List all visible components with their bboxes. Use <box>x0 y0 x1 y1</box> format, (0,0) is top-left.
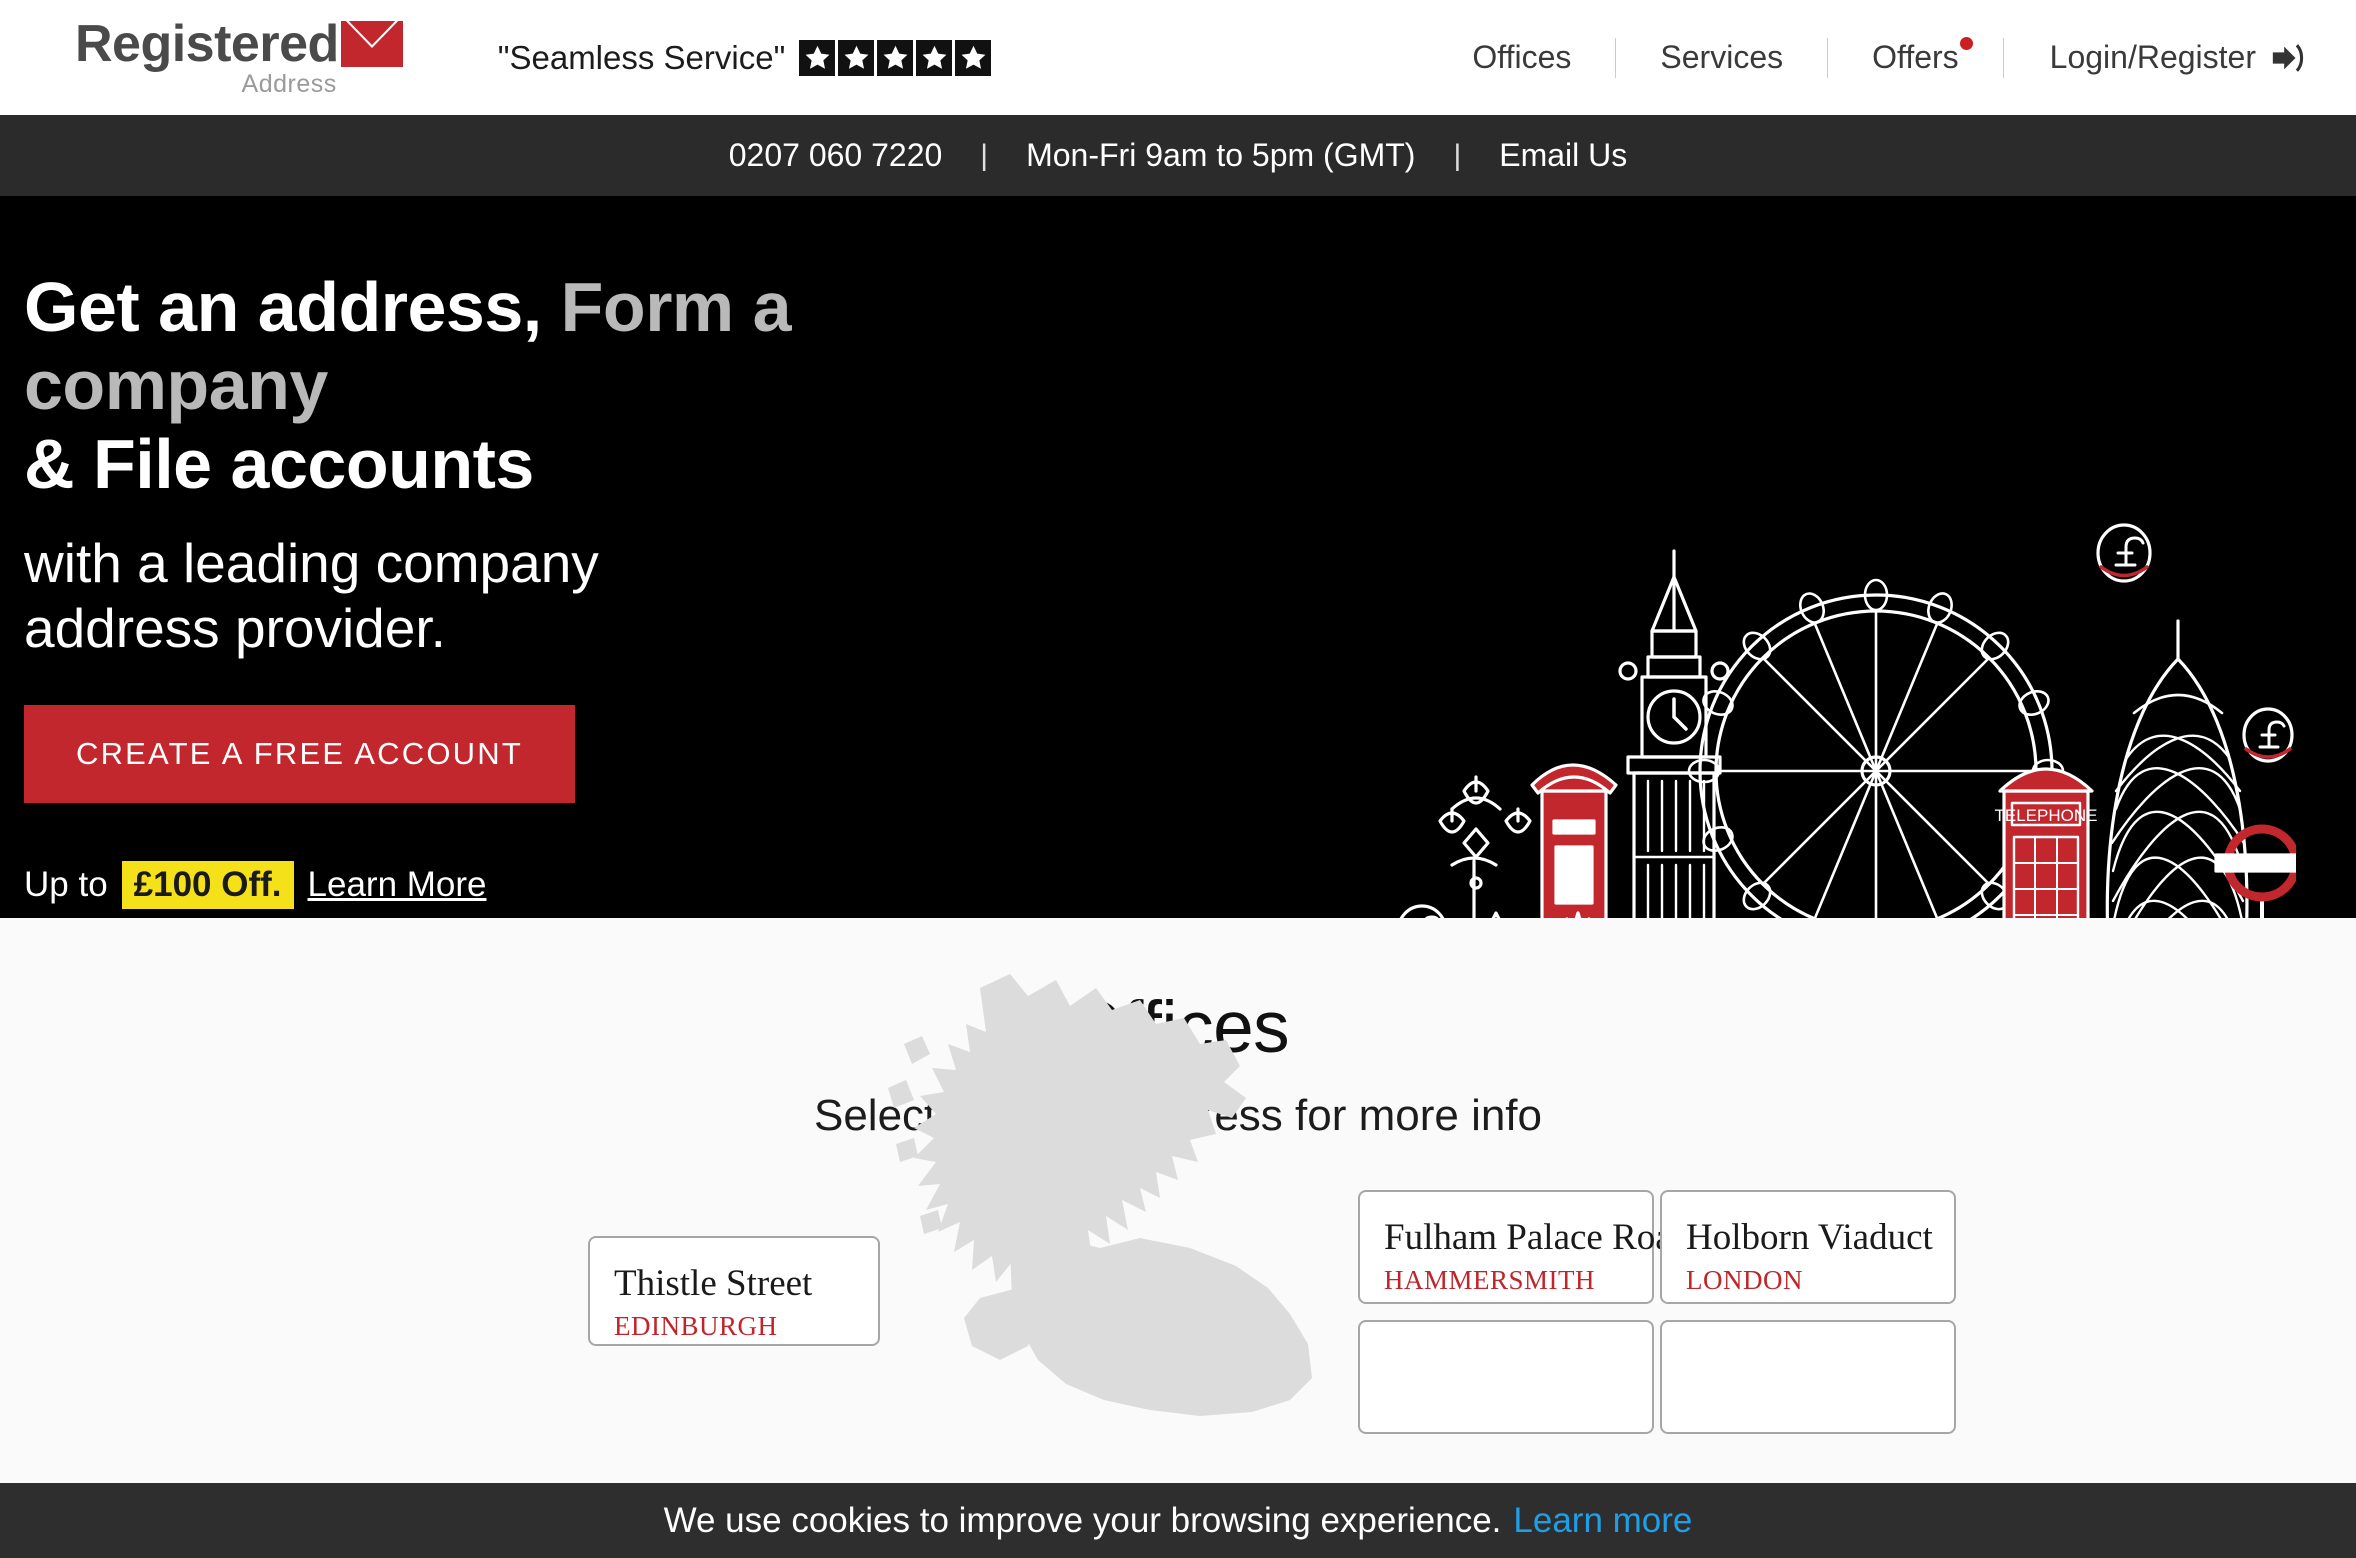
info-separator: | <box>1453 138 1462 172</box>
promo-badge: £100 Off. <box>121 860 294 909</box>
star-icon <box>799 39 836 76</box>
office-city-name: HAMMERSMITH <box>1384 1264 1596 1295</box>
hero-subheadline-line1: with a leading company <box>24 532 599 595</box>
offices-subtitle: Select an office address for more info <box>813 1091 1543 1140</box>
office-card[interactable]: Fulham Palace Road HAMMERSMITH <box>1358 1190 1691 1304</box>
hero-subheadline-line2: address provider. <box>24 597 446 660</box>
office-city-name: LONDON <box>1686 1264 1803 1295</box>
promo-prefix: Up to <box>24 864 108 904</box>
star-icon <box>955 39 992 76</box>
email-us-link[interactable]: Email Us <box>1461 137 1665 174</box>
star-icon <box>838 39 875 76</box>
cookie-learn-more-link[interactable]: Learn more <box>1513 1501 1692 1541</box>
logo-sub-text: Address <box>241 70 337 98</box>
hero-subheadline: with a leading company address provider. <box>24 531 1074 661</box>
main-nav: Offices Services Offers Login/Register <box>1428 37 2304 78</box>
login-register-link[interactable]: Login/Register <box>2004 39 2304 76</box>
opening-hours: Mon-Fri 9am to 5pm (GMT) <box>1026 137 1416 173</box>
offices-title: Offices <box>1066 987 1290 1068</box>
office-card[interactable] <box>1358 1320 1654 1434</box>
hero-headline: Get an address, Form a company & File ac… <box>24 268 1074 503</box>
star-icon <box>877 39 914 76</box>
nav-item-offices[interactable]: Offices <box>1428 39 1615 76</box>
hero-headline-part3: & File accounts <box>24 424 534 503</box>
hero-copy: Get an address, Form a company & File ac… <box>24 268 1074 909</box>
nav-item-offers[interactable]: Offers <box>1828 37 2003 76</box>
star-icon <box>916 39 953 76</box>
promo-learn-more-link[interactable]: Learn More <box>308 865 487 905</box>
office-street-name: Fulham Palace Road <box>1384 1217 1691 1258</box>
office-city-name: EDINBURGH <box>614 1310 778 1341</box>
site-logo[interactable]: Registered Address <box>75 18 403 97</box>
office-street-name: Holborn Viaduct <box>1686 1217 1933 1258</box>
envelope-icon <box>340 21 403 67</box>
nav-item-services[interactable]: Services <box>1616 39 1827 76</box>
office-street-name: Thistle Street <box>614 1263 813 1304</box>
london-skyline-illustration: TELEPHONE <box>1356 491 2296 918</box>
hero-section: Get an address, Form a company & File ac… <box>0 196 2356 918</box>
offers-badge-dot-icon <box>1959 37 1973 50</box>
promo-row: Up to £100 Off. Learn More <box>24 860 1074 909</box>
tagline-text: "Seamless Service" <box>497 38 786 76</box>
phone-number[interactable]: 0207 060 7220 <box>691 137 981 174</box>
tagline: "Seamless Service" <box>498 39 992 77</box>
offices-section: Offices Select an office address for mor… <box>0 918 2356 1558</box>
star-rating <box>799 39 992 76</box>
top-header: Registered Address "Seamless Service" Of… <box>0 0 2356 115</box>
nav-item-offers-label: Offers <box>1872 39 1959 75</box>
svg-text:TELEPHONE: TELEPHONE <box>1995 806 2098 825</box>
office-card[interactable] <box>1660 1320 1956 1434</box>
cookie-consent-banner: We use cookies to improve your browsing … <box>0 1483 2356 1558</box>
sign-in-icon <box>2270 41 2304 75</box>
create-free-account-button[interactable]: CREATE A FREE ACCOUNT <box>24 704 575 803</box>
hero-headline-part1: Get an address, <box>24 268 542 346</box>
office-card[interactable]: Thistle Street EDINBURGH <box>588 1236 880 1346</box>
cookie-message: We use cookies to improve your browsing … <box>663 1500 1502 1540</box>
office-card[interactable]: Holborn Viaduct LONDON <box>1660 1190 1956 1304</box>
info-separator: | <box>980 138 989 172</box>
contact-info-bar: 0207 060 7220 | Mon-Fri 9am to 5pm (GMT)… <box>0 115 2356 196</box>
logo-main-text: Registered <box>75 15 339 73</box>
login-register-label: Login/Register <box>2049 39 2256 75</box>
logo-row: Registered <box>75 18 403 70</box>
